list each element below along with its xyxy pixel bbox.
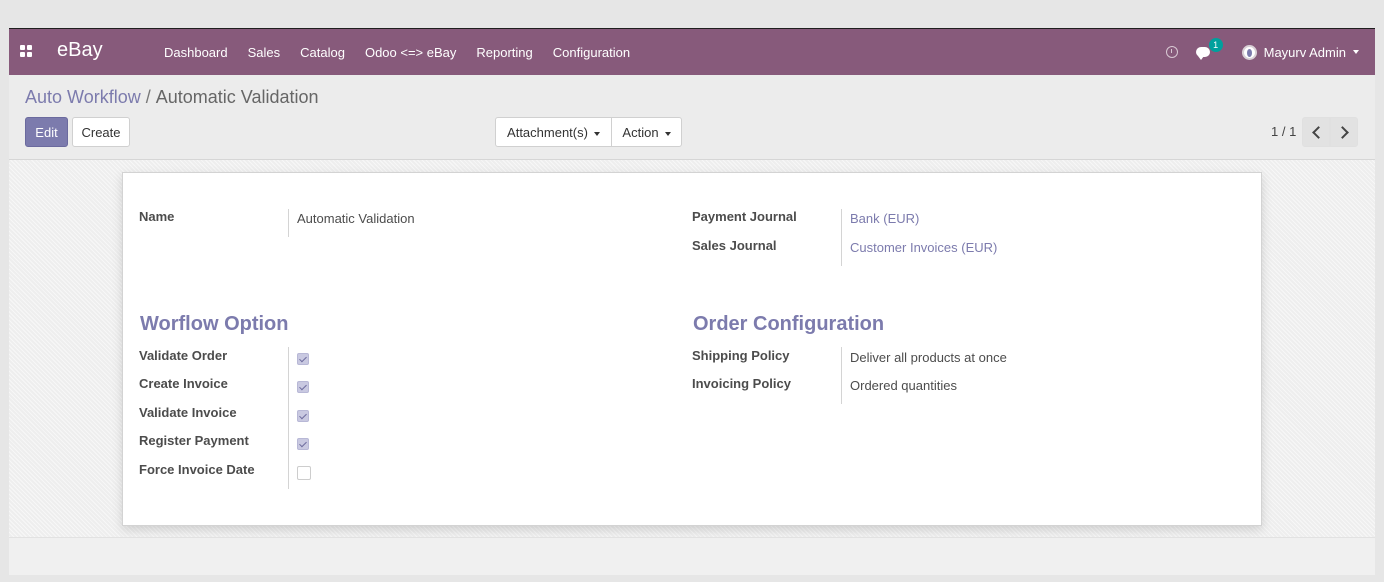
form-sheet: Name Automatic Validation Payment Journa… bbox=[122, 172, 1262, 526]
field-divider bbox=[841, 209, 842, 266]
chevron-down-icon bbox=[593, 131, 600, 136]
edit-button[interactable]: Edit bbox=[25, 117, 68, 147]
create-invoice-label: Create Invoice bbox=[139, 376, 228, 391]
shipping-policy-field: Deliver all products at once bbox=[850, 350, 1007, 365]
breadcrumb-current: Automatic Validation bbox=[155, 87, 319, 107]
apps-grid-icon[interactable] bbox=[20, 45, 32, 57]
menu-item-dashboard[interactable]: Dashboard bbox=[164, 45, 228, 60]
field-divider bbox=[841, 347, 842, 404]
name-label: Name bbox=[139, 209, 175, 224]
shipping-policy-label: Shipping Policy bbox=[692, 348, 790, 363]
user-menu[interactable]: Mayurv Admin bbox=[1241, 44, 1359, 60]
chevron-left-icon bbox=[1312, 126, 1325, 139]
app-window: eBay Dashboard Sales Catalog Odoo <=> eB… bbox=[9, 28, 1375, 575]
chat-icon bbox=[1195, 47, 1210, 60]
invoicing-policy-label: Invoicing Policy bbox=[692, 376, 791, 391]
breadcrumb: Auto Workflow / Automatic Validation bbox=[25, 87, 319, 108]
main-menu: Dashboard Sales Catalog Odoo <=> eBay Re… bbox=[164, 29, 630, 75]
top-navbar: eBay Dashboard Sales Catalog Odoo <=> eB… bbox=[9, 29, 1375, 75]
pager-value[interactable]: 1 / 1 bbox=[1271, 124, 1296, 139]
breadcrumb-parent-link[interactable]: Auto Workflow bbox=[25, 87, 141, 107]
messages-count-badge: 1 bbox=[1208, 38, 1223, 52]
validate-invoice-label: Validate Invoice bbox=[139, 405, 237, 420]
create-button[interactable]: Create bbox=[72, 117, 130, 147]
register-payment-label: Register Payment bbox=[139, 433, 249, 448]
payment-journal-link[interactable]: Bank (EUR) bbox=[850, 211, 919, 226]
validate-order-checkbox[interactable] bbox=[297, 353, 309, 365]
form-background: Name Automatic Validation Payment Journa… bbox=[9, 160, 1375, 537]
chevron-down-icon bbox=[1353, 50, 1359, 54]
workflow-section-title: Worflow Option bbox=[140, 313, 289, 335]
chatter-area bbox=[9, 537, 1375, 575]
field-divider bbox=[288, 347, 289, 489]
user-name: Mayurv Admin bbox=[1263, 44, 1346, 60]
register-payment-checkbox[interactable] bbox=[297, 438, 309, 450]
control-panel: Auto Workflow / Automatic Validation Edit … bbox=[9, 75, 1375, 160]
messages-button[interactable]: 1 bbox=[1195, 38, 1224, 61]
attachments-dropdown[interactable]: Attachment(s) bbox=[495, 117, 612, 147]
order-configuration-title: Order Configuration bbox=[693, 313, 885, 335]
pager-previous-button[interactable] bbox=[1302, 117, 1330, 147]
field-divider bbox=[288, 209, 289, 237]
menu-item-reporting[interactable]: Reporting bbox=[476, 45, 532, 60]
chevron-down-icon bbox=[664, 131, 671, 136]
breadcrumb-separator: / bbox=[145, 87, 151, 107]
validate-order-label: Validate Order bbox=[139, 348, 228, 363]
pager-next-button[interactable] bbox=[1330, 117, 1358, 147]
avatar bbox=[1241, 44, 1257, 60]
menu-item-catalog[interactable]: Catalog bbox=[300, 45, 345, 60]
name-field: Automatic Validation bbox=[297, 211, 415, 226]
navbar-systray: 1 Mayurv Admin bbox=[1165, 29, 1359, 75]
menu-item-odoo-ebay[interactable]: Odoo <=> eBay bbox=[365, 45, 456, 60]
menu-item-configuration[interactable]: Configuration bbox=[553, 45, 630, 60]
payment-journal-label: Payment Journal bbox=[692, 209, 797, 224]
create-invoice-checkbox[interactable] bbox=[297, 381, 309, 393]
sales-journal-label: Sales Journal bbox=[692, 238, 777, 253]
force-invoice-date-label: Force Invoice Date bbox=[139, 462, 255, 477]
force-invoice-date-checkbox[interactable] bbox=[297, 466, 311, 480]
menu-item-sales[interactable]: Sales bbox=[248, 45, 281, 60]
action-label: Action bbox=[622, 125, 659, 140]
action-dropdown[interactable]: Action bbox=[611, 117, 682, 147]
validate-invoice-checkbox[interactable] bbox=[297, 410, 309, 422]
invoicing-policy-field: Ordered quantities bbox=[850, 378, 957, 393]
chevron-right-icon bbox=[1336, 126, 1349, 139]
app-brand[interactable]: eBay bbox=[57, 39, 103, 62]
clock-icon[interactable] bbox=[1165, 46, 1178, 58]
sales-journal-link[interactable]: Customer Invoices (EUR) bbox=[850, 240, 997, 255]
attachments-label: Attachment(s) bbox=[507, 125, 588, 140]
